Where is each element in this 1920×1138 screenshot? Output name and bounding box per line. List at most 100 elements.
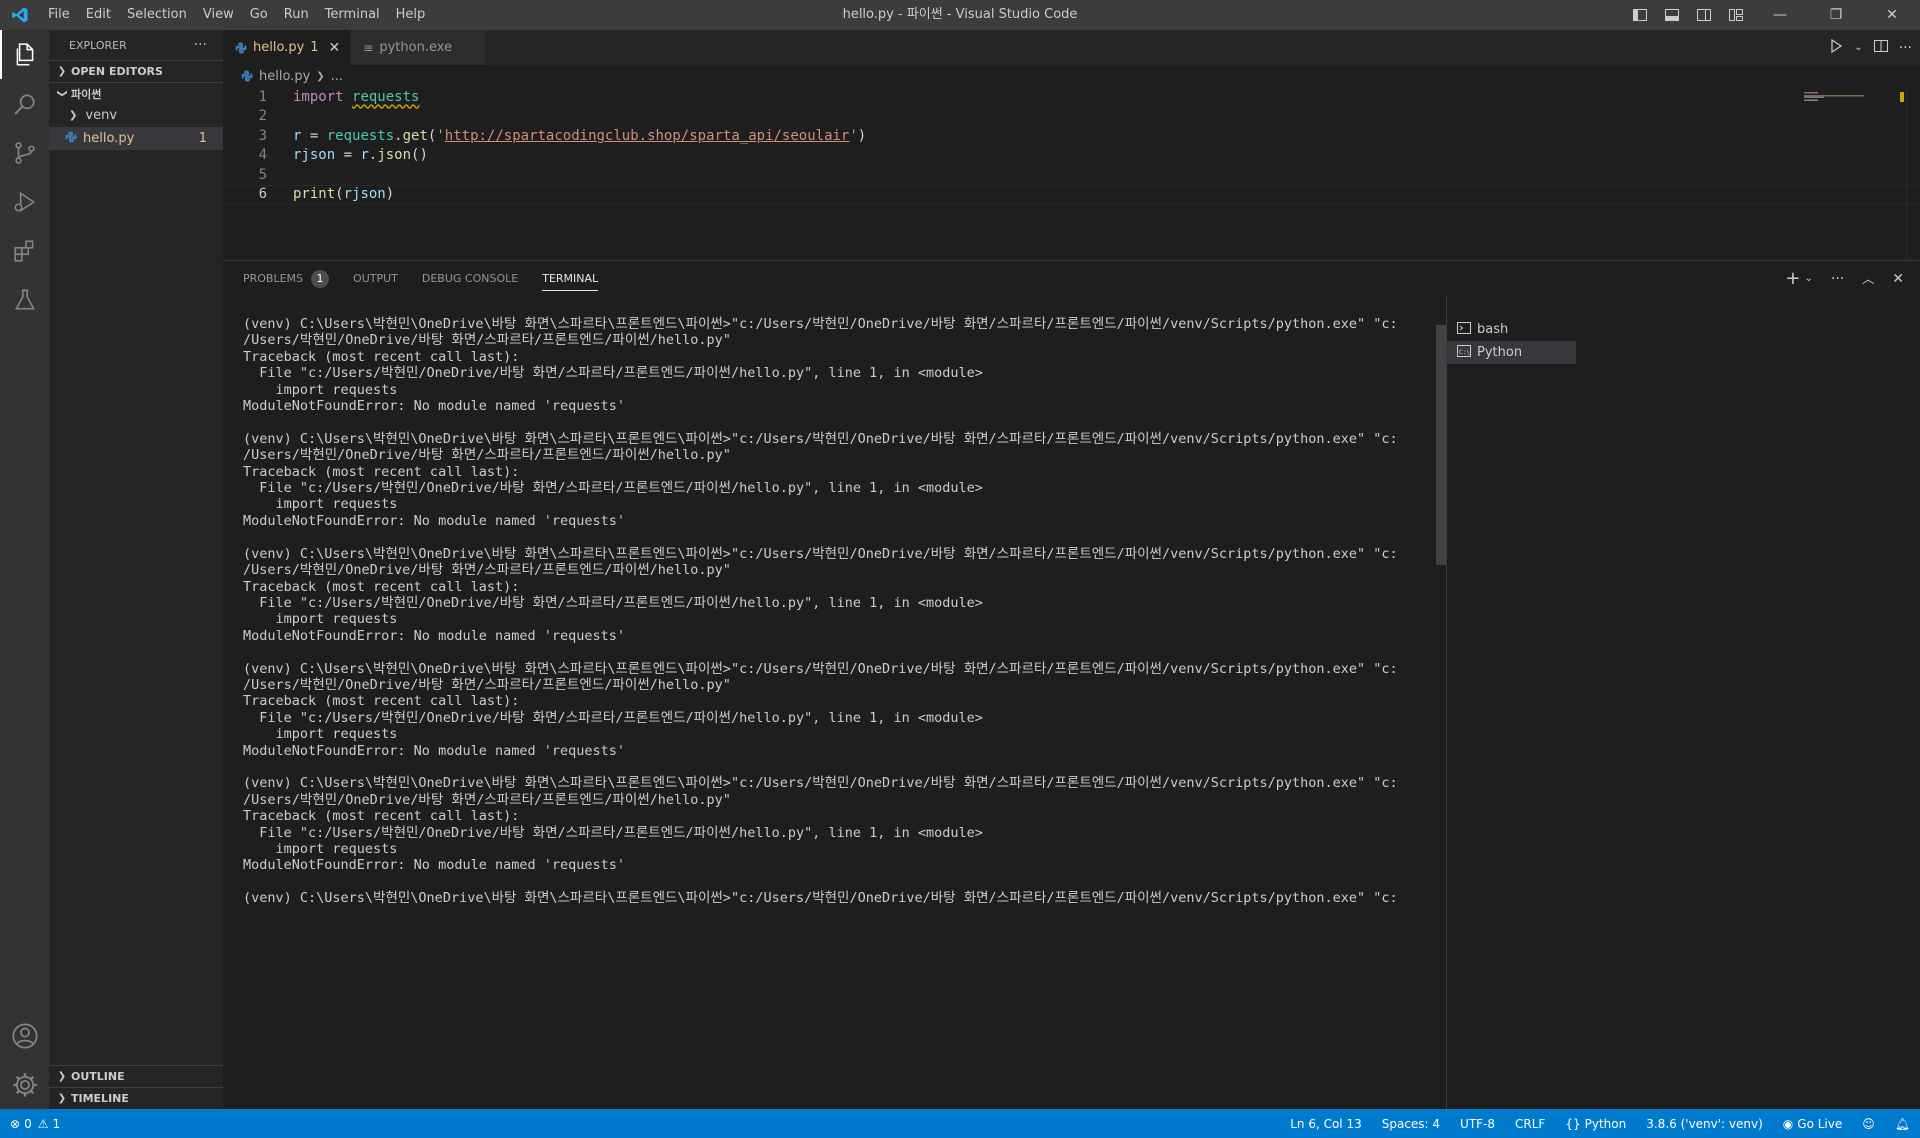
indentation[interactable]: Spaces: 4 bbox=[1382, 1117, 1440, 1131]
timeline-section[interactable]: ❯ TIMELINE bbox=[49, 1087, 223, 1109]
split-editor-icon[interactable] bbox=[1873, 38, 1889, 58]
more-actions-icon[interactable]: ··· bbox=[194, 37, 207, 53]
language-label: Python bbox=[1584, 1116, 1627, 1131]
menu-go[interactable]: Go bbox=[242, 0, 276, 30]
restore-icon[interactable]: ❐ bbox=[1808, 0, 1864, 30]
minimize-icon[interactable]: — bbox=[1752, 0, 1808, 30]
close-tab-icon[interactable]: ✕ bbox=[329, 40, 341, 56]
python-file-icon bbox=[241, 70, 253, 82]
tab-problem-badge: 1 bbox=[310, 40, 319, 55]
go-live-label: Go Live bbox=[1797, 1116, 1843, 1131]
line-number: 5 bbox=[258, 166, 267, 183]
code-text: import requests bbox=[293, 88, 420, 105]
maximize-panel-icon[interactable]: ︿ bbox=[1862, 270, 1874, 287]
braces-icon: {} bbox=[1565, 1116, 1581, 1131]
chevron-right-icon: ❯ bbox=[57, 1071, 67, 1082]
terminal-output[interactable]: (venv) C:\Users\박현민\OneDrive\바탕 화면\스파르타\… bbox=[243, 316, 1433, 1109]
menu-help[interactable]: Help bbox=[388, 0, 434, 30]
terminal-scrollbar-thumb[interactable] bbox=[1436, 325, 1446, 565]
tab-problems[interactable]: PROBLEMS 1 bbox=[243, 261, 330, 296]
editor-scrollbar[interactable] bbox=[1906, 87, 1920, 260]
accounts-icon[interactable] bbox=[0, 1011, 49, 1060]
menu-run[interactable]: Run bbox=[276, 0, 317, 30]
outline-section[interactable]: ❯ OUTLINE bbox=[49, 1065, 223, 1087]
testing-icon[interactable] bbox=[0, 275, 49, 324]
language-mode[interactable]: {} Python bbox=[1565, 1117, 1626, 1131]
tab-python-exe[interactable]: ≡ python.exe bbox=[351, 30, 488, 65]
menu-edit[interactable]: Edit bbox=[78, 0, 119, 30]
terminal-item-label: Python bbox=[1477, 345, 1523, 360]
end-of-line[interactable]: CRLF bbox=[1515, 1117, 1545, 1131]
toggle-panel-icon[interactable] bbox=[1656, 0, 1688, 30]
status-bar: ⊗ 0 ⚠ 1 Ln 6, Col 13 Spaces: 4 UTF-8 CRL… bbox=[0, 1109, 1920, 1138]
chevron-down-icon: ❯ bbox=[56, 89, 68, 98]
activity-bar bbox=[0, 30, 49, 1109]
tab-terminal[interactable]: TERMINAL bbox=[542, 261, 598, 296]
cursor-position[interactable]: Ln 6, Col 13 bbox=[1290, 1117, 1362, 1131]
open-editors-section[interactable]: ❯ OPEN EDITORS bbox=[49, 60, 223, 82]
terminal-item-label: bash bbox=[1477, 322, 1509, 337]
tree-item-hello-py[interactable]: hello.py 1 bbox=[49, 127, 223, 150]
breadcrumb-file[interactable]: hello.py bbox=[259, 69, 310, 84]
close-icon[interactable]: ✕ bbox=[1864, 0, 1920, 30]
code-line: 3 r = requests.get('http://spartacodingc… bbox=[223, 126, 1920, 146]
extensions-icon[interactable] bbox=[0, 226, 49, 275]
panel-actions: + ⌄ ··· ︿ ✕ bbox=[1785, 261, 1904, 296]
tab-label: PROBLEMS bbox=[243, 272, 304, 285]
line-number: 1 bbox=[258, 88, 267, 105]
menu-view[interactable]: View bbox=[195, 0, 242, 30]
menu-file[interactable]: File bbox=[40, 0, 78, 30]
chevron-right-icon: ❯ bbox=[69, 110, 78, 121]
run-debug-icon[interactable] bbox=[0, 177, 49, 226]
toggle-secondary-sidebar-icon[interactable] bbox=[1688, 0, 1720, 30]
tab-label: TERMINAL bbox=[542, 272, 599, 285]
python-file-icon bbox=[235, 42, 247, 54]
window-controls: — ❐ ✕ bbox=[1624, 0, 1920, 30]
warning-icon: ⚠ bbox=[37, 1116, 49, 1131]
settings-gear-icon[interactable] bbox=[0, 1060, 49, 1109]
code-text: print(rjson) bbox=[293, 186, 395, 203]
customize-layout-icon[interactable] bbox=[1720, 0, 1752, 30]
menu-selection[interactable]: Selection bbox=[119, 0, 195, 30]
source-control-icon[interactable] bbox=[0, 128, 49, 177]
breadcrumb-symbol[interactable]: ... bbox=[331, 69, 343, 84]
tab-hello-py[interactable]: hello.py 1 ✕ bbox=[223, 30, 352, 65]
search-icon[interactable] bbox=[0, 79, 49, 128]
close-panel-icon[interactable]: ✕ bbox=[1892, 271, 1904, 287]
go-live-button[interactable]: ◉ Go Live bbox=[1783, 1117, 1842, 1131]
menu-terminal[interactable]: Terminal bbox=[317, 0, 388, 30]
feedback-icon[interactable]: ☺ bbox=[1862, 1117, 1875, 1131]
outline-label: OUTLINE bbox=[71, 1070, 125, 1083]
code-text: rjson = r.json() bbox=[293, 147, 428, 164]
folder-label: 파이썬 bbox=[71, 87, 102, 101]
more-actions-icon[interactable]: ··· bbox=[1899, 40, 1912, 56]
terminal-item-python[interactable]: C:\ Python bbox=[1447, 341, 1576, 364]
terminal-item-bash[interactable]: bash bbox=[1447, 318, 1576, 341]
line-number: 3 bbox=[258, 127, 267, 144]
chevron-down-icon[interactable]: ⌄ bbox=[1805, 273, 1813, 284]
chevron-down-icon[interactable]: ⌄ bbox=[1854, 42, 1862, 53]
code-text: r = requests.get('http://spartacodingclu… bbox=[293, 127, 867, 144]
minimap[interactable] bbox=[1804, 87, 1904, 102]
code-url[interactable]: http://spartacodingclub.shop/sparta_api/… bbox=[445, 128, 850, 144]
problems-status[interactable]: ⊗ 0 ⚠ 1 bbox=[0, 1117, 60, 1131]
new-terminal-icon[interactable]: + bbox=[1785, 268, 1800, 289]
tab-label: hello.py bbox=[253, 40, 305, 55]
toggle-sidebar-icon[interactable] bbox=[1624, 0, 1656, 30]
code-editor[interactable]: 1 import requests 2 3 r = requests.get('… bbox=[223, 87, 1920, 204]
more-actions-icon[interactable]: ··· bbox=[1831, 271, 1844, 287]
encoding[interactable]: UTF-8 bbox=[1460, 1117, 1495, 1131]
folder-section[interactable]: ❯ 파이썬 bbox=[49, 82, 223, 104]
tree-item-label: hello.py bbox=[83, 131, 135, 146]
notifications-bell-icon[interactable]: 🔔︎ bbox=[1895, 1117, 1910, 1131]
run-icon[interactable] bbox=[1828, 38, 1844, 58]
file-lines-icon: ≡ bbox=[363, 40, 374, 55]
tree-item-label: venv bbox=[85, 108, 118, 123]
explorer-icon[interactable] bbox=[0, 30, 49, 79]
tab-output[interactable]: OUTPUT bbox=[353, 261, 398, 296]
editor-group: hello.py 1 ✕ ≡ python.exe ⌄ ··· hello.py… bbox=[223, 30, 1920, 260]
python-interpreter[interactable]: 3.8.6 ('venv': venv) bbox=[1646, 1117, 1763, 1131]
chevron-right-icon: ❯ bbox=[57, 66, 67, 77]
tree-item-venv[interactable]: ❯ venv bbox=[49, 104, 223, 127]
tab-debug-console[interactable]: DEBUG CONSOLE bbox=[422, 261, 518, 296]
